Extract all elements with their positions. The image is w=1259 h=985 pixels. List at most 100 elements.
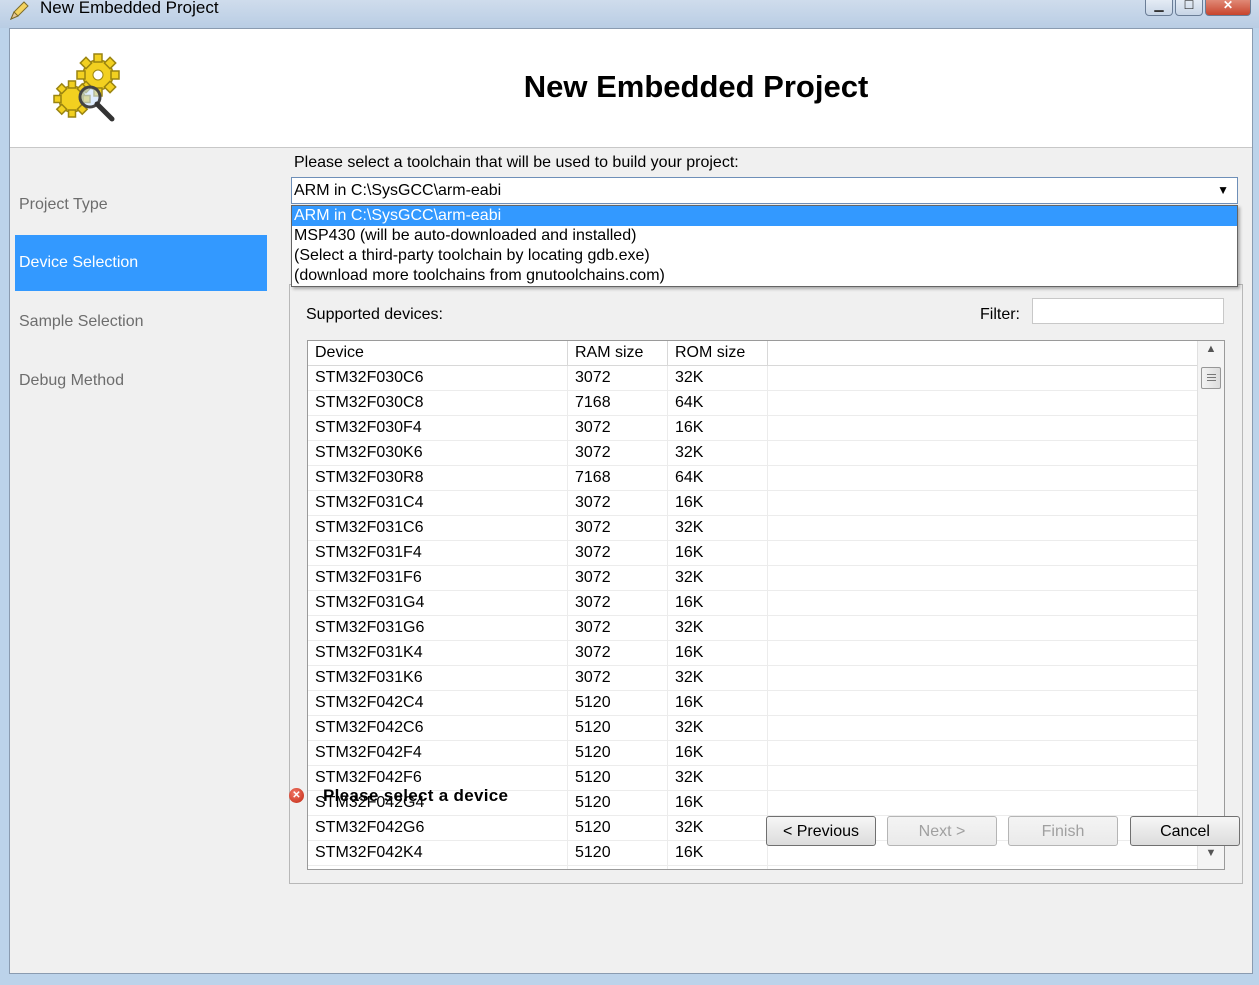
close-icon: ✕	[1222, 0, 1234, 12]
cell-filler	[768, 691, 1198, 715]
cell-filler	[768, 391, 1198, 415]
table-row[interactable]: STM32F042F4 5120 16K	[308, 741, 1198, 766]
toolchain-dropdown-list: ARM in C:\SysGCC\arm-eabi MSP430 (will b…	[291, 205, 1238, 287]
cell-filler	[768, 741, 1198, 765]
scroll-up-icon[interactable]: ▲	[1198, 343, 1224, 361]
cell-ram-size: 7168	[568, 466, 668, 490]
toolchain-selected-value: ARM in C:\SysGCC\arm-eabi	[294, 182, 502, 199]
table-row[interactable]: STM32F042C4 5120 16K	[308, 691, 1198, 716]
table-row[interactable]: STM32F031C6 3072 32K	[308, 516, 1198, 541]
cell-rom-size: 32K	[668, 366, 768, 390]
cell-rom-size: 16K	[668, 591, 768, 615]
cell-filler	[768, 466, 1198, 490]
cell-device: STM32F031C6	[308, 516, 568, 540]
cell-device: STM32F030K6	[308, 441, 568, 465]
column-header-rom-size[interactable]: ROM size	[668, 341, 768, 365]
step-sample-selection[interactable]: Sample Selection	[15, 294, 267, 350]
finish-button[interactable]: Finish	[1008, 816, 1118, 846]
table-row[interactable]: STM32F031G4 3072 16K	[308, 591, 1198, 616]
cell-ram-size: 3072	[568, 441, 668, 465]
maximize-button[interactable]: ☐	[1175, 0, 1203, 16]
toolchain-combobox[interactable]: ARM in C:\SysGCC\arm-eabi ▼	[291, 177, 1238, 204]
cell-rom-size: 32K	[668, 441, 768, 465]
cell-device: STM32F031K6	[308, 666, 568, 690]
toolchain-label: Please select a toolchain that will be u…	[294, 154, 739, 171]
step-project-type[interactable]: Project Type	[15, 177, 267, 233]
close-button[interactable]: ✕	[1205, 0, 1251, 16]
cell-device: STM32F031G6	[308, 616, 568, 640]
cell-filler	[768, 591, 1198, 615]
scroll-thumb[interactable]	[1201, 367, 1221, 389]
column-header-ram-size[interactable]: RAM size	[568, 341, 668, 365]
cell-ram-size: 3072	[568, 516, 668, 540]
table-header: Device RAM size ROM size	[308, 341, 1198, 366]
table-row[interactable]: STM32F030C8 7168 64K	[308, 391, 1198, 416]
window-title: New Embedded Project	[40, 0, 219, 17]
cell-ram-size: 5120	[568, 691, 668, 715]
cell-device: STM32F031F6	[308, 566, 568, 590]
cell-rom-size: 16K	[668, 741, 768, 765]
dropdown-arrow-icon[interactable]: ▼	[1217, 178, 1229, 203]
filter-input[interactable]	[1032, 298, 1224, 324]
cell-rom-size: 32K	[668, 566, 768, 590]
supported-devices-label: Supported devices:	[306, 306, 443, 323]
table-row[interactable]: STM32F030K6 3072 32K	[308, 441, 1198, 466]
cell-filler	[768, 641, 1198, 665]
next-button[interactable]: Next >	[887, 816, 997, 846]
cell-rom-size: 32K	[668, 666, 768, 690]
previous-button[interactable]: < Previous	[766, 816, 876, 846]
table-row[interactable]: STM32F031C4 3072 16K	[308, 491, 1198, 516]
cell-filler	[768, 716, 1198, 740]
cell-rom-size: 16K	[668, 691, 768, 715]
table-row[interactable]: STM32F042C6 5120 32K	[308, 716, 1198, 741]
cell-ram-size: 3072	[568, 616, 668, 640]
step-debug-method[interactable]: Debug Method	[15, 353, 267, 409]
cell-filler	[768, 566, 1198, 590]
cancel-button[interactable]: Cancel	[1130, 816, 1240, 846]
cell-device: STM32F030R8	[308, 466, 568, 490]
cell-rom-size: 32K	[668, 616, 768, 640]
cell-filler	[768, 491, 1198, 515]
wizard-header: New Embedded Project	[10, 29, 1252, 148]
cell-ram-size: 3072	[568, 566, 668, 590]
cell-ram-size: 3072	[568, 666, 668, 690]
error-icon: ✕	[289, 788, 304, 803]
minimize-button[interactable]: ▁	[1145, 0, 1173, 16]
table-row[interactable]: STM32F031K4 3072 16K	[308, 641, 1198, 666]
column-header-filler	[768, 341, 1198, 365]
table-row[interactable]: STM32F030R8 7168 64K	[308, 466, 1198, 491]
cell-ram-size: 3072	[568, 491, 668, 515]
cell-filler	[768, 541, 1198, 565]
cell-ram-size: 5120	[568, 741, 668, 765]
toolchain-option-msp430[interactable]: MSP430 (will be auto-downloaded and inst…	[292, 226, 1237, 246]
cell-filler	[768, 416, 1198, 440]
cell-rom-size: 32K	[668, 716, 768, 740]
toolchain-option-arm[interactable]: ARM in C:\SysGCC\arm-eabi	[292, 206, 1237, 226]
cell-rom-size: 64K	[668, 391, 768, 415]
table-row[interactable]: STM32F031F4 3072 16K	[308, 541, 1198, 566]
table-row[interactable]: STM32F031F6 3072 32K	[308, 566, 1198, 591]
cell-ram-size: 3072	[568, 541, 668, 565]
maximize-icon: ☐	[1183, 0, 1195, 12]
table-row[interactable]: STM32F031K6 3072 32K	[308, 666, 1198, 691]
cell-device: STM32F031C4	[308, 491, 568, 515]
table-row[interactable]: STM32F030F4 3072 16K	[308, 416, 1198, 441]
cell-ram-size: 3072	[568, 366, 668, 390]
pencil-icon	[10, 1, 29, 20]
toolchain-option-download-more[interactable]: (download more toolchains from gnutoolch…	[292, 266, 1237, 286]
table-row[interactable]: STM32F031G6 3072 32K	[308, 616, 1198, 641]
cell-ram-size: 3072	[568, 591, 668, 615]
cell-device: STM32F031G4	[308, 591, 568, 615]
step-device-selection[interactable]: Device Selection	[15, 235, 267, 291]
toolchain-option-third-party[interactable]: (Select a third-party toolchain by locat…	[292, 246, 1237, 266]
minimize-icon: ▁	[1154, 0, 1164, 12]
cell-device: STM32F042C6	[308, 716, 568, 740]
column-header-device[interactable]: Device	[308, 341, 568, 365]
cell-device: STM32F042C4	[308, 691, 568, 715]
window-controls: ▁ ☐ ✕	[1143, 0, 1251, 16]
cell-device: STM32F031K4	[308, 641, 568, 665]
cell-filler	[768, 666, 1198, 690]
cell-ram-size: 7168	[568, 391, 668, 415]
table-row[interactable]: STM32F030C6 3072 32K	[308, 366, 1198, 391]
wizard-dialog: New Embedded Project Project Type Device…	[9, 28, 1253, 974]
